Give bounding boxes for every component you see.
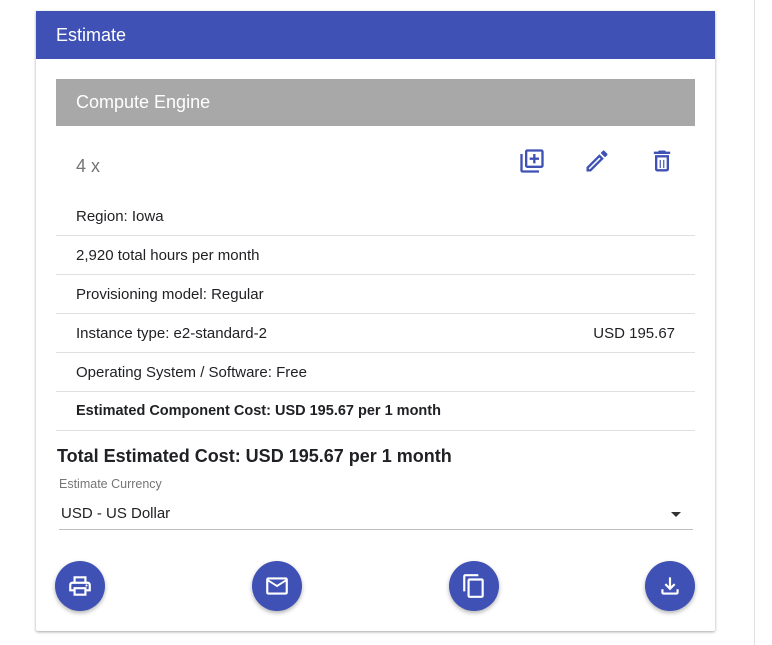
delete-button[interactable] (648, 147, 676, 175)
library-add-icon (520, 149, 544, 173)
row-label: Operating System / Software: Free (76, 363, 307, 381)
currency-label: Estimate Currency (59, 477, 162, 491)
component-cost-row: Estimated Component Cost: USD 195.67 per… (56, 392, 695, 431)
row-label: 2,920 total hours per month (76, 246, 260, 264)
row-label: Provisioning model: Regular (76, 285, 264, 303)
list-item: 2,920 total hours per month (56, 236, 695, 275)
quantity-label: 4 x (76, 156, 101, 176)
list-item: Instance type: e2-standard-2 USD 195.67 (56, 314, 695, 353)
currency-select[interactable]: USD - US Dollar (59, 503, 693, 530)
dropdown-arrow-icon (671, 512, 681, 517)
download-button[interactable] (645, 561, 695, 611)
duplicate-button[interactable] (518, 147, 546, 175)
copy-button[interactable] (449, 561, 499, 611)
list-item: Region: Iowa (56, 197, 695, 236)
download-icon (661, 577, 679, 595)
trash-icon (653, 150, 671, 172)
estimate-card: Estimate Compute Engine 4 x Region: Iowa… (36, 11, 715, 631)
row-label: Estimated Component Cost: USD 195.67 per… (76, 403, 441, 419)
row-label: Instance type: e2-standard-2 (76, 324, 267, 342)
list-item: Provisioning model: Regular (56, 275, 695, 314)
copy-icon (463, 574, 484, 598)
right-divider (754, 0, 755, 645)
currency-value: USD - US Dollar (61, 505, 171, 522)
total-cost: Total Estimated Cost: USD 195.67 per 1 m… (57, 446, 452, 466)
row-label: Region: Iowa (76, 207, 164, 225)
section-title: Compute Engine (56, 79, 695, 126)
row-value: USD 195.67 (593, 324, 675, 342)
edit-button[interactable] (583, 147, 611, 175)
email-icon (266, 577, 288, 595)
print-icon (69, 576, 91, 596)
card-title: Estimate (36, 11, 715, 59)
email-button[interactable] (252, 561, 302, 611)
pencil-icon (586, 150, 608, 172)
detail-list: Region: Iowa 2,920 total hours per month… (56, 197, 695, 431)
print-button[interactable] (55, 561, 105, 611)
list-item: Operating System / Software: Free (56, 353, 695, 392)
